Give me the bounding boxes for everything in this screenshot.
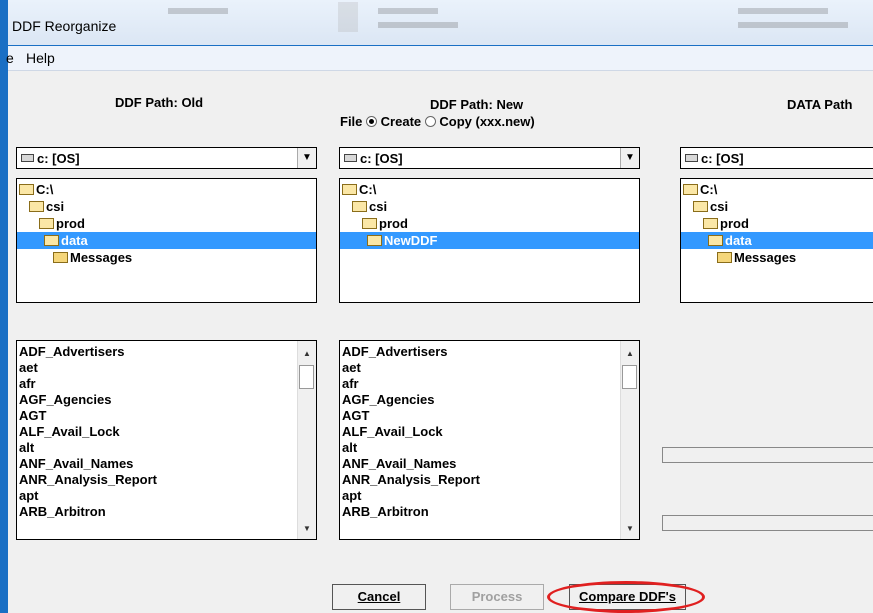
background-window-ghost [168, 2, 848, 32]
tree-node[interactable]: C:\ [683, 181, 717, 198]
new-dir-tree[interactable]: C:\ csi prod NewDDF [339, 178, 640, 303]
menu-bar: e Help [6, 46, 873, 71]
tree-node[interactable]: prod [362, 215, 408, 232]
list-item[interactable]: AGF_Agencies [342, 391, 434, 408]
tree-node[interactable]: prod [39, 215, 85, 232]
list-item[interactable]: AGT [19, 407, 46, 424]
create-radio[interactable] [366, 116, 378, 127]
list-item[interactable]: ANF_Avail_Names [342, 455, 456, 472]
tree-node[interactable]: csi [693, 198, 728, 215]
list-item[interactable]: ANR_Analysis_Report [342, 471, 480, 488]
scroll-down-icon[interactable]: ▼ [626, 524, 634, 533]
data-drive-select[interactable]: c: [OS] [680, 147, 873, 169]
old-dir-tree[interactable]: C:\ csi prod data Messages [16, 178, 317, 303]
tree-node[interactable]: Messages [53, 249, 132, 266]
list-item[interactable]: afr [19, 375, 36, 392]
folder-open-icon [352, 201, 367, 212]
list-item[interactable]: ARB_Arbitron [19, 503, 106, 520]
list-item[interactable]: alt [342, 439, 357, 456]
copy-radio-label: Copy (xxx.new) [439, 114, 535, 129]
file-mode-label: File [340, 114, 363, 129]
old-drive-select[interactable]: c: [OS] ▼ [16, 147, 317, 169]
list-item[interactable]: apt [19, 487, 39, 504]
list-item[interactable]: aet [19, 359, 38, 376]
old-ddf-list[interactable]: ADF_Advertisers aet afr AGF_Agencies AGT… [16, 340, 317, 540]
title-bar: DDF Reorganize [8, 0, 873, 45]
tree-node[interactable]: prod [703, 215, 749, 232]
tree-node-selected[interactable]: NewDDF [340, 232, 639, 249]
list-item[interactable]: AGT [342, 407, 369, 424]
list-item[interactable]: ALF_Avail_Lock [342, 423, 443, 440]
new-drive-select[interactable]: c: [OS] ▼ [339, 147, 640, 169]
chevron-down-icon[interactable]: ▼ [620, 148, 639, 168]
list-item[interactable]: ADF_Advertisers [19, 343, 125, 360]
window-title: DDF Reorganize [12, 18, 117, 34]
list-item[interactable]: ADF_Advertisers [342, 343, 448, 360]
scroll-up-icon[interactable]: ▲ [303, 349, 311, 358]
highlight-ring [547, 581, 705, 613]
tree-node[interactable]: csi [352, 198, 387, 215]
list-item[interactable]: ALF_Avail_Lock [19, 423, 120, 440]
tree-node[interactable]: C:\ [19, 181, 53, 198]
list-item[interactable]: aet [342, 359, 361, 376]
data-dir-tree[interactable]: C:\ csi prod data Messages [680, 178, 873, 303]
scroll-up-icon[interactable]: ▲ [626, 349, 634, 358]
menu-help[interactable]: Help [26, 50, 55, 66]
new-drive-value: c: [OS] [360, 151, 403, 166]
list-item[interactable]: ARB_Arbitron [342, 503, 429, 520]
process-button[interactable]: Process [450, 584, 544, 610]
folder-open-icon [39, 218, 54, 229]
drive-icon [685, 154, 698, 162]
tree-node[interactable]: Messages [717, 249, 796, 266]
folder-open-icon [44, 235, 59, 246]
folder-open-icon [693, 201, 708, 212]
menu-separator [8, 71, 873, 88]
menu-file[interactable]: e [6, 50, 14, 66]
list-item[interactable]: AGF_Agencies [19, 391, 111, 408]
folder-open-icon [342, 184, 357, 195]
tree-node-selected[interactable]: data [17, 232, 316, 249]
drive-icon [21, 154, 34, 162]
progress-bar-1 [662, 447, 873, 463]
drive-icon [344, 154, 357, 162]
list-scrollbar[interactable]: ▲ ▼ [297, 341, 316, 539]
new-path-header: DDF Path: New [430, 97, 524, 112]
list-item[interactable]: afr [342, 375, 359, 392]
list-scrollbar[interactable]: ▲ ▼ [620, 341, 639, 539]
tree-node[interactable]: C:\ [342, 181, 376, 198]
list-item[interactable]: ANF_Avail_Names [19, 455, 133, 472]
file-mode-row: File Create Copy (xxx.new) [340, 114, 535, 129]
scroll-thumb[interactable] [299, 365, 314, 389]
folder-open-icon [362, 218, 377, 229]
tree-node[interactable]: csi [29, 198, 64, 215]
chevron-down-icon[interactable]: ▼ [297, 148, 316, 168]
folder-open-icon [19, 184, 34, 195]
progress-bar-2 [662, 515, 873, 531]
folder-icon [53, 252, 68, 263]
create-radio-label: Create [380, 114, 422, 129]
list-item[interactable]: apt [342, 487, 362, 504]
data-drive-value: c: [OS] [701, 151, 744, 166]
tree-node-selected[interactable]: data [681, 232, 873, 249]
new-ddf-list[interactable]: ADF_Advertisers aet afr AGF_Agencies AGT… [339, 340, 640, 540]
folder-icon [717, 252, 732, 263]
list-item[interactable]: ANR_Analysis_Report [19, 471, 157, 488]
old-drive-value: c: [OS] [37, 151, 80, 166]
folder-open-icon [367, 235, 382, 246]
folder-open-icon [708, 235, 723, 246]
folder-open-icon [683, 184, 698, 195]
old-path-header: DDF Path: Old [115, 95, 204, 110]
folder-open-icon [703, 218, 718, 229]
cancel-button[interactable]: Cancel [332, 584, 426, 610]
list-item[interactable]: alt [19, 439, 34, 456]
folder-open-icon [29, 201, 44, 212]
data-path-header: DATA Path [787, 97, 853, 112]
copy-radio[interactable] [424, 116, 436, 127]
scroll-down-icon[interactable]: ▼ [303, 524, 311, 533]
scroll-thumb[interactable] [622, 365, 637, 389]
